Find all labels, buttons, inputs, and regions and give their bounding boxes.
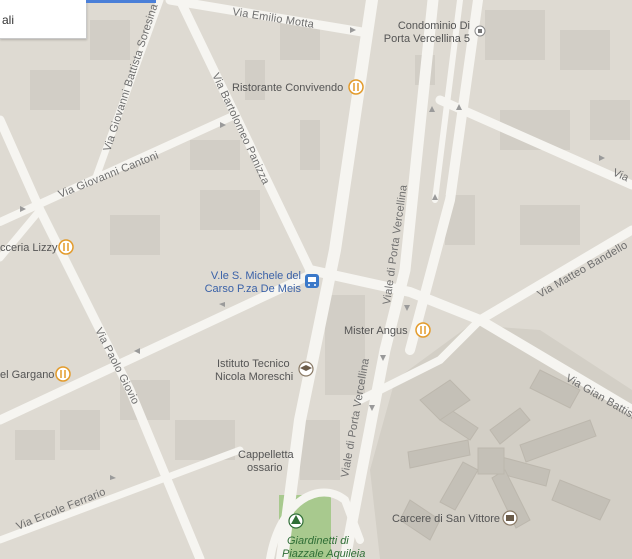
poi-transit-label-2: Carso P.za De Meis [205,283,302,295]
poi-condominio-label-2: Porta Vercellina 5 [384,33,470,45]
poi-condominio-label-1: Condominio Di [398,20,470,32]
poi-cappelletta-label-2: ossario [247,462,282,474]
poi-mister-angus[interactable]: Mister Angus [344,322,431,338]
poi-giardinetti-label-1: Giardinetti di [287,535,349,547]
poi-transit-label-1: V.le S. Michele del [211,270,301,282]
panel-partial-text: ali [2,13,15,27]
poi-pizzeria-label: cceria Lizzy [0,242,58,254]
panel-accent-bar [86,0,156,3]
map-canvas[interactable]: Via Emilio Motta Via Giovanni Battista S… [0,0,632,559]
building-icon [474,25,486,37]
restaurant-icon [58,239,74,255]
poi-gargano-label: el Gargano [0,369,54,381]
search-panel-edge[interactable]: ali [0,0,156,39]
map-base: Via Emilio Motta Via Giovanni Battista S… [0,0,632,559]
poi-istituto-label-2: Nicola Moreschi [215,371,293,383]
restaurant-icon [415,322,431,338]
landmark-icon [502,510,518,526]
poi-giardinetti-label-2: Piazzale Aquileia [282,548,365,559]
poi-el-gargano[interactable]: el Gargano [0,366,71,382]
poi-carcere[interactable]: Carcere di San Vittore [392,510,518,526]
poi-istituto-label-1: Istituto Tecnico [217,358,290,370]
poi-carcere-label: Carcere di San Vittore [392,513,500,525]
tree-icon [288,513,304,529]
poi-condominio[interactable]: Condominio Di Porta Vercellina 5 [384,20,486,45]
poi-mister-angus-label: Mister Angus [344,325,408,337]
restaurant-icon [348,79,364,95]
poi-ristorante-label: Ristorante Convivendo [232,82,343,94]
school-icon [298,361,314,377]
poi-pizzeria-lizzy[interactable]: cceria Lizzy [0,239,74,255]
restaurant-icon [55,366,71,382]
tram-icon [305,274,319,288]
poi-cappelletta-label-1: Cappelletta [238,449,295,461]
